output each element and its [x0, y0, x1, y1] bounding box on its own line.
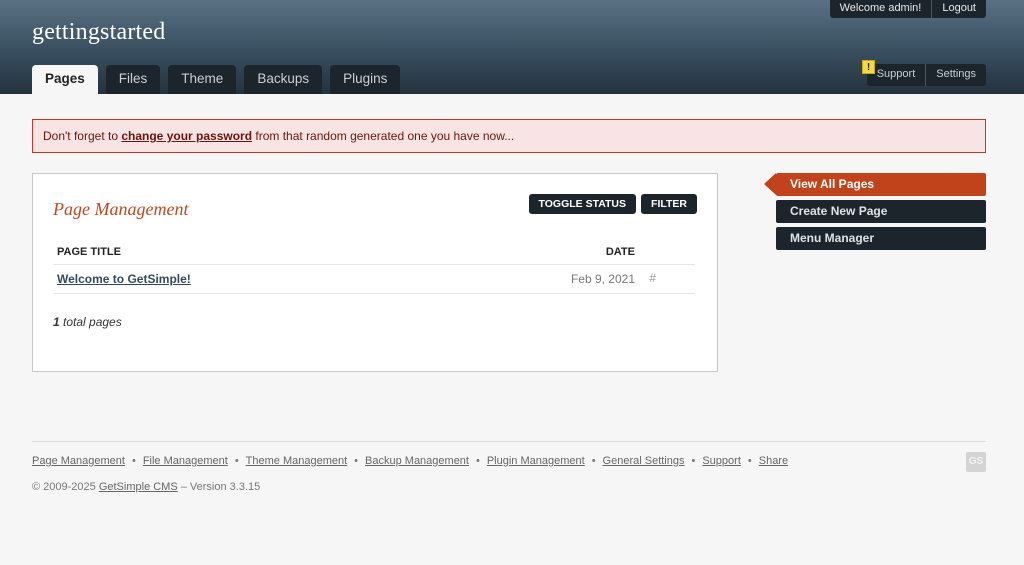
- footer-separator: •: [691, 455, 696, 467]
- site-title[interactable]: gettingstarted: [32, 19, 165, 46]
- footer-separator: •: [475, 455, 480, 467]
- getsimple-cms-link[interactable]: GetSimple CMS: [99, 481, 178, 493]
- footer-link-plugin-management[interactable]: Plugin Management: [487, 455, 585, 467]
- panel-actions: TOGGLE STATUS FILTER: [524, 194, 697, 214]
- footer-separator: •: [747, 455, 752, 467]
- sidebar: View All Pages Create New Page Menu Mana…: [764, 173, 986, 254]
- page-permalink[interactable]: #: [649, 271, 656, 285]
- footer-link-theme-management[interactable]: Theme Management: [246, 455, 348, 467]
- sidebar-item-menu-manager[interactable]: Menu Manager: [776, 227, 986, 250]
- page-date: Feb 9, 2021: [570, 272, 635, 286]
- notice-suffix: from that random generated one you have …: [252, 129, 515, 143]
- tab-plugins[interactable]: Plugins: [330, 65, 401, 94]
- page-title: Page Management: [53, 199, 189, 219]
- notice-prefix: Don't forget to: [43, 129, 122, 143]
- right-nav: Support Settings: [866, 64, 986, 86]
- footer-link-share[interactable]: Share: [759, 455, 788, 467]
- footer-link-file-management[interactable]: File Management: [143, 455, 228, 467]
- settings-tab[interactable]: Settings: [926, 64, 986, 86]
- copyright: © 2009-2025 GetSimple CMS – Version 3.3.…: [32, 481, 260, 493]
- tab-backups[interactable]: Backups: [244, 65, 323, 94]
- tab-pages[interactable]: Pages: [32, 65, 98, 94]
- footer-separator: •: [354, 455, 359, 467]
- welcome-text: Welcome admin!: [829, 0, 933, 18]
- sidebar-item-create-new-page[interactable]: Create New Page: [776, 200, 986, 223]
- pages-table: PAGE TITLE DATE Welcome to GetSimple! Fe…: [53, 238, 695, 294]
- main-tabs: Pages Files Theme Backups Plugins: [32, 65, 408, 94]
- user-bar: Welcome admin! Logout: [829, 0, 986, 18]
- table-row: Welcome to GetSimple! Feb 9, 2021 #: [53, 264, 695, 294]
- page-title-link[interactable]: Welcome to GetSimple!: [57, 272, 191, 286]
- toggle-status-button[interactable]: TOGGLE STATUS: [528, 194, 637, 214]
- footer-link-backup-management[interactable]: Backup Management: [365, 455, 469, 467]
- header: gettingstarted Welcome admin! Logout Pag…: [0, 0, 1024, 94]
- tab-theme[interactable]: Theme: [168, 65, 237, 94]
- total-pages: 1 total pages: [53, 315, 122, 329]
- total-count: 1: [53, 315, 60, 329]
- support-tab[interactable]: Support: [866, 64, 927, 86]
- copyright-prefix: © 2009-2025: [32, 481, 99, 493]
- change-password-link[interactable]: change your password: [121, 129, 252, 143]
- getsimple-logo[interactable]: GS: [966, 452, 986, 472]
- total-label: total pages: [59, 315, 122, 329]
- filter-button[interactable]: FILTER: [641, 194, 697, 214]
- warning-icon[interactable]: !: [862, 60, 875, 74]
- footer-links: Page Management • File Management • Them…: [32, 455, 788, 467]
- table-header: PAGE TITLE DATE: [53, 238, 695, 264]
- column-page-title[interactable]: PAGE TITLE: [57, 246, 121, 258]
- page-management-panel: Page Management TOGGLE STATUS FILTER PAG…: [32, 173, 718, 372]
- footer-link-support[interactable]: Support: [702, 455, 741, 467]
- footer-separator: •: [591, 455, 596, 467]
- column-date[interactable]: DATE: [606, 246, 635, 258]
- sidebar-item-view-all-pages[interactable]: View All Pages: [764, 173, 986, 196]
- logout-link[interactable]: Logout: [932, 0, 986, 18]
- footer-divider: [32, 441, 986, 442]
- footer-separator: •: [234, 455, 239, 467]
- footer-link-general-settings[interactable]: General Settings: [603, 455, 685, 467]
- version-text: – Version 3.3.15: [177, 481, 261, 493]
- tab-files[interactable]: Files: [105, 65, 161, 94]
- footer-link-page-management[interactable]: Page Management: [32, 455, 125, 467]
- password-notice: Don't forget to change your password fro…: [32, 119, 986, 153]
- footer-separator: •: [131, 455, 136, 467]
